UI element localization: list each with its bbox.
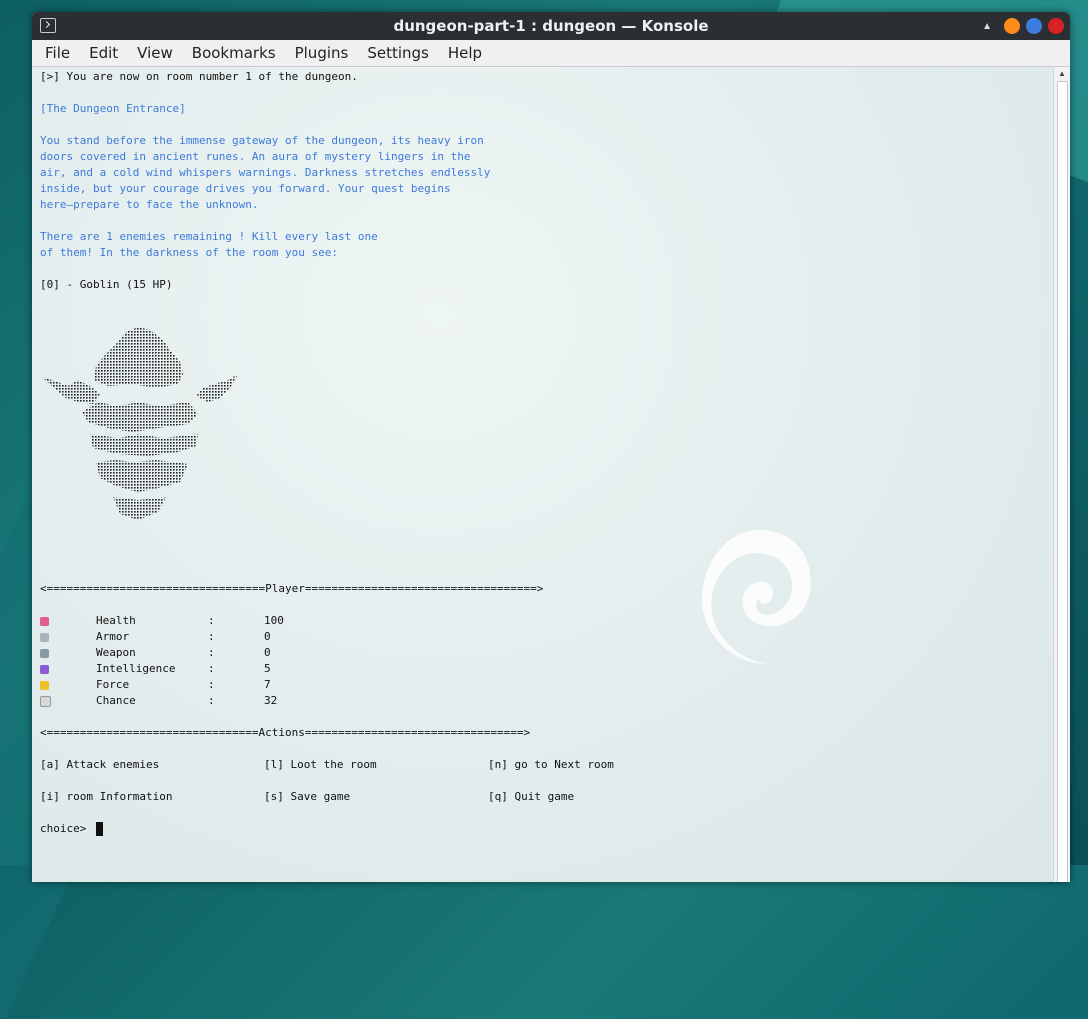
stat-sep: : <box>208 662 215 675</box>
stat-sep: : <box>208 694 215 707</box>
action-quit: [q] Quit game <box>488 790 575 803</box>
text-cursor <box>96 822 103 836</box>
debian-swirl-logo <box>702 529 811 664</box>
description-line: air, and a cold wind whispers warnings. … <box>40 166 491 179</box>
sword-icon <box>40 648 49 658</box>
description-line: here—prepare to face the unknown. <box>40 198 259 211</box>
menu-plugins[interactable]: Plugins <box>289 44 355 62</box>
action-loot: [l] Loot the room <box>264 758 377 771</box>
title-bar[interactable]: dungeon-part-1 : dungeon — Konsole ▲ <box>32 12 1070 40</box>
stat-name: Armor <box>96 630 130 643</box>
dice-icon <box>40 695 51 707</box>
menu-bar: File Edit View Bookmarks Plugins Setting… <box>32 40 1070 67</box>
player-header: <=================================Player… <box>40 582 544 595</box>
actions-header: <================================Actions… <box>40 726 531 739</box>
terminal-icon[interactable] <box>40 18 56 33</box>
menu-file[interactable]: File <box>39 44 76 62</box>
stat-value: 32 <box>264 694 278 707</box>
menu-bookmarks[interactable]: Bookmarks <box>186 44 282 62</box>
command-prompt[interactable]: choice> <box>40 821 86 837</box>
stat-sep: : <box>208 678 215 691</box>
menu-help[interactable]: Help <box>442 44 488 62</box>
menu-settings[interactable]: Settings <box>361 44 435 62</box>
stat-row <box>40 661 49 677</box>
heart-icon <box>40 616 49 626</box>
room-line: [>] You are now on room number 1 of the … <box>40 70 358 83</box>
stat-row <box>40 645 49 661</box>
stat-value: 5 <box>264 662 271 675</box>
action-attack: [a] Attack enemies <box>40 758 160 771</box>
muscle-icon <box>40 680 49 690</box>
stat-row <box>40 613 49 629</box>
description-line: inside, but your courage drives you forw… <box>40 182 451 195</box>
stat-sep: : <box>208 614 215 627</box>
crystal-ball-icon <box>40 664 49 674</box>
enemy-entry: [0] - Goblin (15 HP) <box>40 278 173 291</box>
goblin-ascii-art <box>42 327 238 520</box>
keep-above-icon[interactable]: ▲ <box>982 21 992 32</box>
action-save: [s] Save game <box>264 790 351 803</box>
stat-name: Intelligence <box>96 662 176 675</box>
shield-icon <box>40 632 49 642</box>
konsole-window: dungeon-part-1 : dungeon — Konsole ▲ Fil… <box>32 12 1070 882</box>
stat-row <box>40 629 49 645</box>
stat-value: 100 <box>264 614 284 627</box>
scrollbar-thumb[interactable] <box>1057 81 1068 882</box>
close-button[interactable] <box>1048 18 1064 34</box>
menu-edit[interactable]: Edit <box>83 44 124 62</box>
maximize-button[interactable] <box>1026 18 1042 34</box>
stat-name: Force <box>96 678 130 691</box>
action-info: [i] room Information <box>40 790 173 803</box>
enemies-text: of them! In the darkness of the room you… <box>40 246 339 259</box>
stat-value: 7 <box>264 678 271 691</box>
stat-sep: : <box>208 630 215 643</box>
stat-name: Health <box>96 614 136 627</box>
room-name: [The Dungeon Entrance] <box>40 102 186 115</box>
stat-row <box>40 677 49 693</box>
minimize-button[interactable] <box>1004 18 1020 34</box>
scrollbar[interactable]: ▲ <box>1053 67 1070 882</box>
stat-value: 0 <box>264 646 271 659</box>
stat-row <box>40 693 51 709</box>
scroll-up-icon[interactable]: ▲ <box>1058 69 1066 78</box>
stat-value: 0 <box>264 630 271 643</box>
stat-name: Chance <box>96 694 136 707</box>
description-line: You stand before the immense gateway of … <box>40 134 484 147</box>
action-next-room: [n] go to Next room <box>488 758 614 771</box>
stat-sep: : <box>208 646 215 659</box>
stat-name: Weapon <box>96 646 136 659</box>
terminal-area[interactable]: [>] You are now on room number 1 of the … <box>32 67 1052 882</box>
menu-view[interactable]: View <box>131 44 179 62</box>
window-title: dungeon-part-1 : dungeon — Konsole <box>393 17 709 35</box>
window-controls: ▲ <box>982 18 1064 34</box>
description-line: doors covered in ancient runes. An aura … <box>40 150 471 163</box>
enemies-text: There are 1 enemies remaining ! Kill eve… <box>40 230 378 243</box>
